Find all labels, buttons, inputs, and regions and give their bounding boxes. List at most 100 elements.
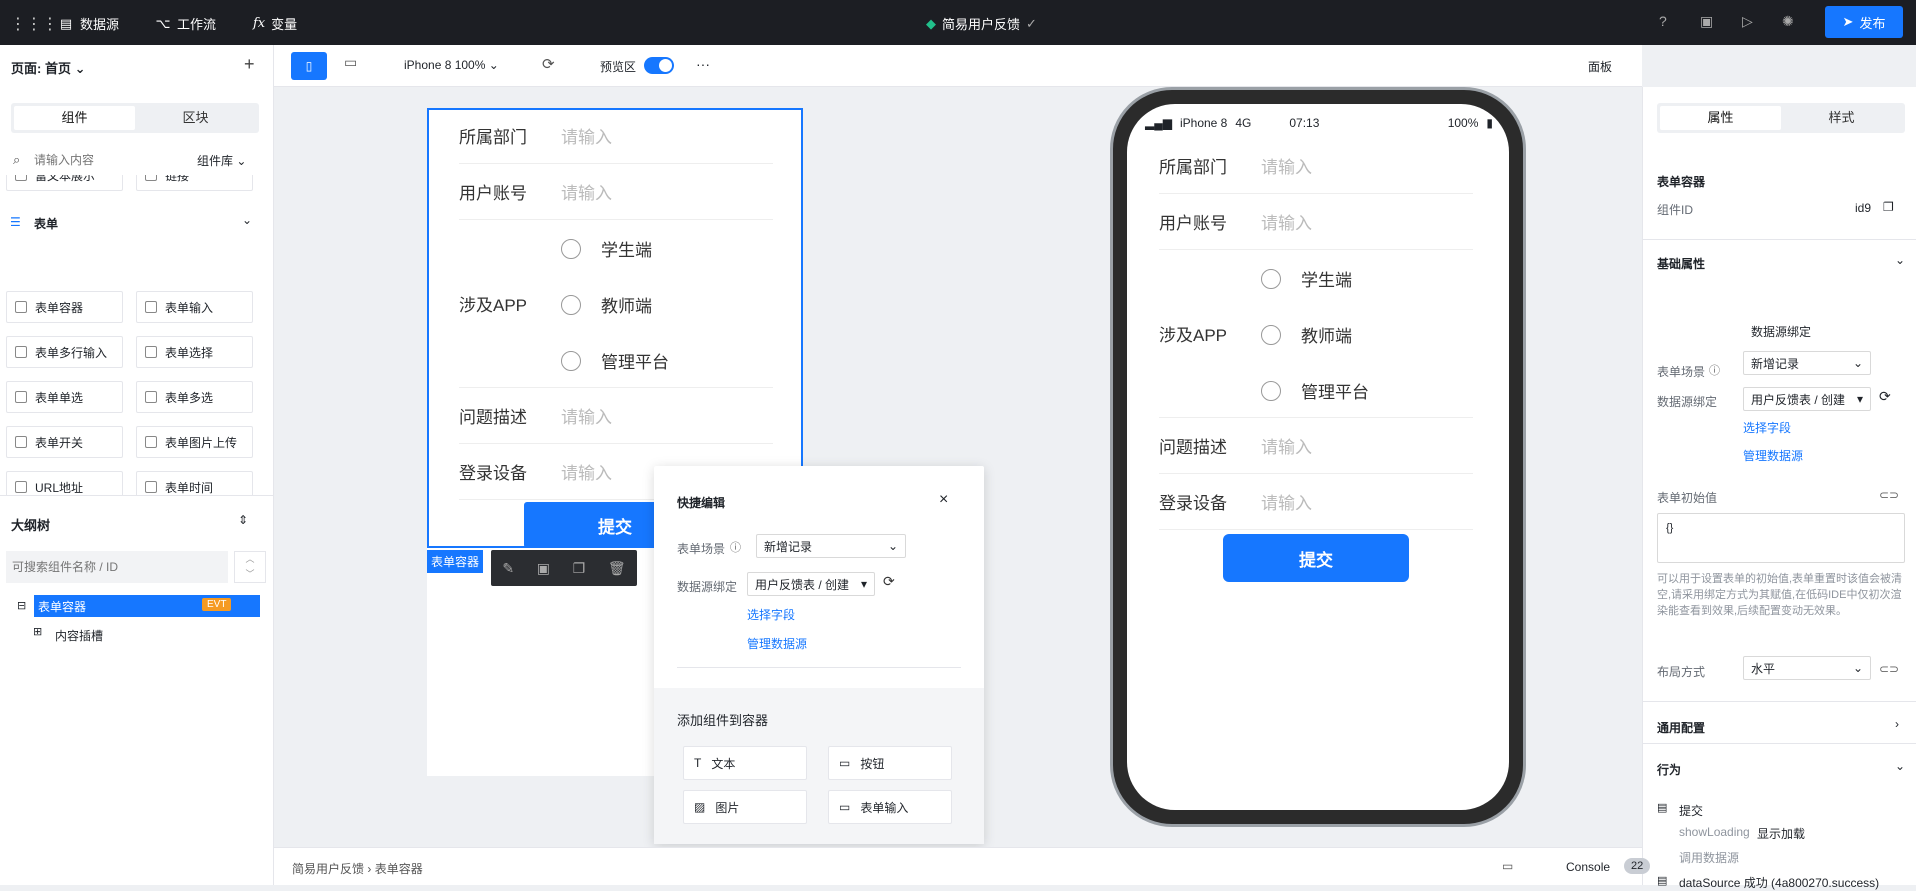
help-icon[interactable]: ? [1659, 13, 1667, 29]
close-icon[interactable]: × [939, 491, 948, 509]
form-row[interactable]: 问题描述 请输入 [459, 388, 773, 444]
info-icon: ⓘ [1709, 365, 1720, 377]
add-image-item[interactable]: ▨ 图片 [683, 790, 807, 824]
radio-option[interactable]: 教师端 [1261, 322, 1352, 347]
radio-option[interactable]: 管理平台 [561, 348, 669, 373]
general-config-title[interactable]: 通用配置 [1657, 719, 1705, 736]
database-icon: ▤ [59, 15, 73, 31]
scene-select[interactable]: 新增记录 ⌄ [1743, 351, 1871, 375]
refresh-icon[interactable]: ⟳ [1879, 388, 1891, 405]
mobile-view-icon[interactable]: ▯ [291, 52, 327, 80]
form-row[interactable]: 问题描述 请输入 [1159, 418, 1473, 474]
datasource-select[interactable]: 用户反馈表 / 创建 ▾ [1743, 387, 1871, 411]
scene-select[interactable]: 新增记录 ⌄ [756, 534, 906, 558]
play-icon[interactable]: ▷ [1742, 13, 1753, 30]
basic-props-title: 基础属性 [1657, 257, 1706, 271]
refresh-icon[interactable]: ⟳ [542, 55, 555, 73]
preview-label: 预览区 [600, 60, 637, 74]
refresh-icon[interactable]: ⟳ [883, 573, 895, 590]
copy-icon[interactable]: ❐ [1883, 200, 1894, 214]
panel-toggle[interactable]: 面板 [1588, 58, 1612, 75]
variables-menu[interactable]: fx 变量 [253, 14, 297, 33]
submit-button[interactable]: 提交 [1223, 534, 1409, 582]
radio-option[interactable]: 学生端 [1261, 266, 1352, 291]
init-label: 表单初始值 [1657, 491, 1718, 505]
select-field-link[interactable]: 选择字段 [1743, 419, 1791, 436]
form-icon [15, 301, 27, 313]
right-panel: 属性 样式 表单容器 组件ID id9 ❐ 基础属性 ⌄ 数据源绑定 表单场景 … [1642, 87, 1916, 890]
copy-icon[interactable]: ❐ [573, 560, 586, 577]
desktop-view-icon[interactable]: ▭ [344, 54, 357, 71]
chevron-down-icon[interactable]: ⌄ [1895, 253, 1905, 267]
manage-datasource-link[interactable]: 管理数据源 [1743, 447, 1803, 464]
save-icon[interactable]: ▣ [1700, 13, 1713, 30]
grid-icon[interactable]: ⋮⋮⋮ [10, 14, 58, 34]
behavior-title: 行为 [1657, 763, 1682, 777]
datasource-select[interactable]: 用户反馈表 / 创建 ▾ [747, 572, 875, 596]
expand-icon[interactable]: ⊞ [33, 625, 42, 638]
more-icon[interactable]: ··· [696, 56, 710, 72]
component-item[interactable]: URL地址 [6, 471, 123, 495]
radio-option[interactable]: 教师端 [561, 292, 652, 317]
add-text-item[interactable]: T 文本 [683, 746, 807, 780]
status-bar: ▂▄▆ iPhone 8 4G 07:13 100% ▮ [1145, 116, 1493, 130]
publish-button[interactable]: ➤ 发布 [1825, 6, 1903, 38]
form-row[interactable]: 登录设备 请输入 [1159, 474, 1473, 530]
component-item[interactable]: 表单图片上传 [136, 426, 253, 458]
console-button[interactable]: Console [1566, 860, 1610, 874]
tab-properties[interactable]: 属性 [1660, 106, 1781, 130]
select-field-link[interactable]: 选择字段 [747, 606, 795, 623]
add-button-item[interactable]: ▭ 按钮 [828, 746, 952, 780]
app-title[interactable]: ◆ 简易用户反馈 ✓ [926, 14, 1037, 33]
component-item[interactable]: 表单多行输入 [6, 336, 123, 368]
console-icon: ▭ [1502, 859, 1514, 873]
collapse-icon[interactable]: ⊟ [17, 599, 26, 612]
form-row[interactable]: 所属部门 请输入 [459, 108, 773, 164]
component-item[interactable]: 表单选择 [136, 336, 253, 368]
expand-collapse-icon[interactable]: ⇕ [238, 513, 248, 527]
edit-icon[interactable]: ✎ [502, 560, 514, 577]
canvas-toolbar: ▯ ▭ iPhone 8 100% ⌄ ⟳ 预览区 ··· 面板 [274, 45, 1642, 87]
submit-event[interactable]: 提交 [1679, 802, 1703, 819]
tree-node-form-container[interactable]: 表单容器 EVT [34, 595, 260, 617]
event-icon: ▤ [1657, 875, 1668, 887]
tree-node-slot[interactable]: 内容插槽 [55, 627, 103, 644]
tab-styles[interactable]: 样式 [1781, 106, 1902, 130]
radio-option[interactable]: 管理平台 [1261, 378, 1369, 403]
datasource-menu[interactable]: ▤ 数据源 [58, 14, 119, 33]
device-select[interactable]: iPhone 8 100% ⌄ [404, 58, 499, 72]
preview-toggle[interactable] [644, 57, 674, 74]
delete-icon[interactable]: 🗑 [608, 560, 626, 577]
manage-datasource-link[interactable]: 管理数据源 [747, 635, 807, 652]
radio-option[interactable]: 学生端 [561, 236, 652, 261]
link-icon[interactable]: ⊂⊃ [1879, 488, 1899, 502]
outline-search-input[interactable] [6, 551, 228, 583]
layout-select[interactable]: 水平 ⌄ [1743, 656, 1871, 680]
init-value-editor[interactable]: {} [1657, 513, 1905, 563]
component-item[interactable]: 表单时间 [136, 471, 253, 495]
chevron-right-icon[interactable]: › [1895, 717, 1899, 731]
form-row[interactable]: 所属部门 请输入 [1159, 138, 1473, 194]
link-icon [15, 481, 27, 493]
add-to-container-section: 添加组件到容器 T 文本 ▭ 按钮 ▨ 图片 ▭ 表单输入 [654, 688, 984, 844]
save-icon[interactable]: ▣ [537, 560, 550, 577]
component-item[interactable]: 表单输入 [136, 291, 253, 323]
debug-icon[interactable]: ✺ [1782, 13, 1794, 30]
image-icon: ▨ [694, 800, 706, 814]
component-item[interactable]: 表单开关 [6, 426, 123, 458]
add-input-item[interactable]: ▭ 表单输入 [828, 790, 952, 824]
workflow-menu[interactable]: ⌥ 工作流 [155, 14, 217, 33]
radio-icon [561, 350, 581, 371]
textarea-icon [15, 346, 27, 358]
form-row[interactable]: 用户账号 请输入 [1159, 194, 1473, 250]
component-item[interactable]: 表单多选 [136, 381, 253, 413]
phone-screen: ▂▄▆ iPhone 8 4G 07:13 100% ▮ 所属部门 请输入 用户账… [1127, 104, 1509, 810]
chevron-down-icon[interactable]: ⌄ [1895, 759, 1905, 773]
link-icon[interactable]: ⊂⊃ [1879, 662, 1899, 676]
component-item[interactable]: 表单单选 [6, 381, 123, 413]
form-row[interactable]: 用户账号 请输入 [459, 164, 773, 220]
layout-label: 布局方式 [1657, 665, 1706, 679]
component-item[interactable]: 表单容器 [6, 291, 123, 323]
outline-nav-arrows[interactable]: ︿ ﹀ [234, 551, 266, 583]
send-icon: ➤ [1842, 14, 1854, 29]
